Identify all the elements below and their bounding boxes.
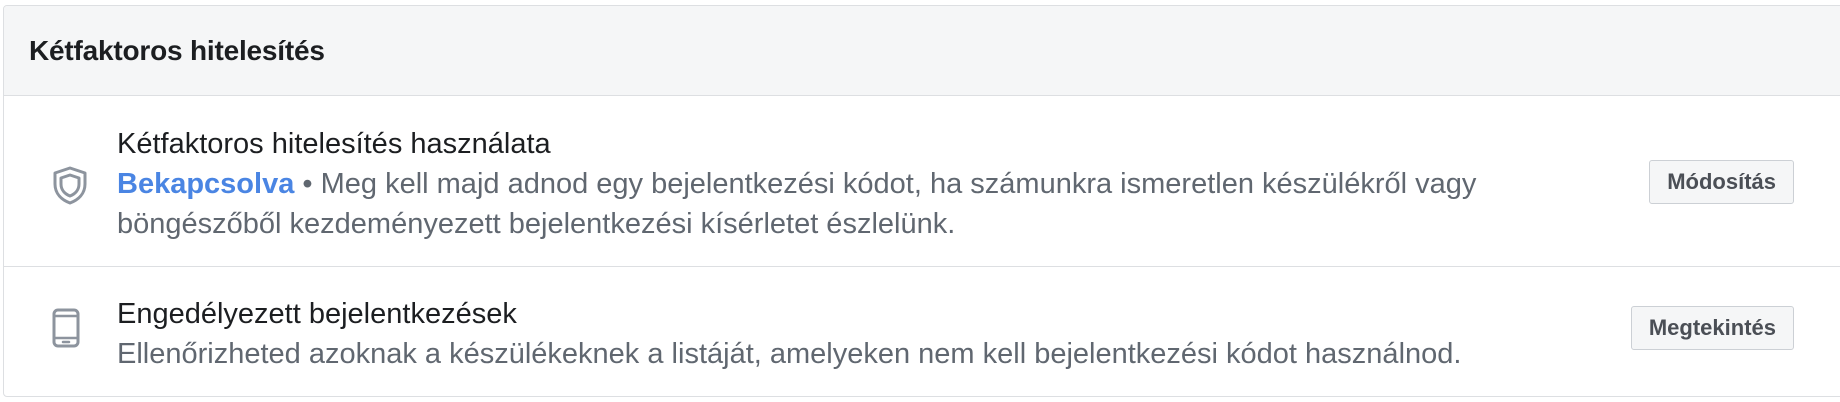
status-badge: Bekapcsolva — [117, 168, 295, 200]
setting-description: Ellenőrizheted azoknak a készülékeknek a… — [117, 338, 1462, 370]
setting-title: Kétfaktoros hitelesítés használata — [117, 128, 551, 160]
edit-button[interactable]: Módosítás — [1649, 160, 1794, 204]
two-factor-settings-panel: Kétfaktoros hitelesítés Kétfaktoros hite… — [3, 5, 1840, 397]
setting-title: Engedélyezett bejelentkezések — [117, 298, 517, 330]
shield-icon-graphic — [53, 166, 87, 205]
setting-description: Bekapcsolva • Meg kell majd adnod egy be… — [117, 164, 1577, 244]
shield-icon — [51, 165, 89, 210]
section-title: Kétfaktoros hitelesítés — [29, 34, 325, 66]
setting-row-authorized-logins: Engedélyezett bejelentkezések Ellenőrizh… — [4, 267, 1840, 396]
setting-description-text: Meg kell majd adnod egy bejelentkezési k… — [117, 168, 1477, 240]
setting-row-text: Kétfaktoros hitelesítés használata Bekap… — [117, 124, 1577, 244]
view-button[interactable]: Megtekintés — [1630, 306, 1794, 350]
panel-header: Kétfaktoros hitelesítés — [4, 6, 1840, 96]
mobile-device-icon — [51, 308, 81, 353]
mobile-device-icon-graphic — [52, 308, 80, 348]
setting-row-two-factor-usage: Kétfaktoros hitelesítés használata Bekap… — [4, 96, 1840, 267]
status-separator: • — [294, 168, 321, 200]
setting-row-text: Engedélyezett bejelentkezések Ellenőrizh… — [117, 294, 1577, 374]
